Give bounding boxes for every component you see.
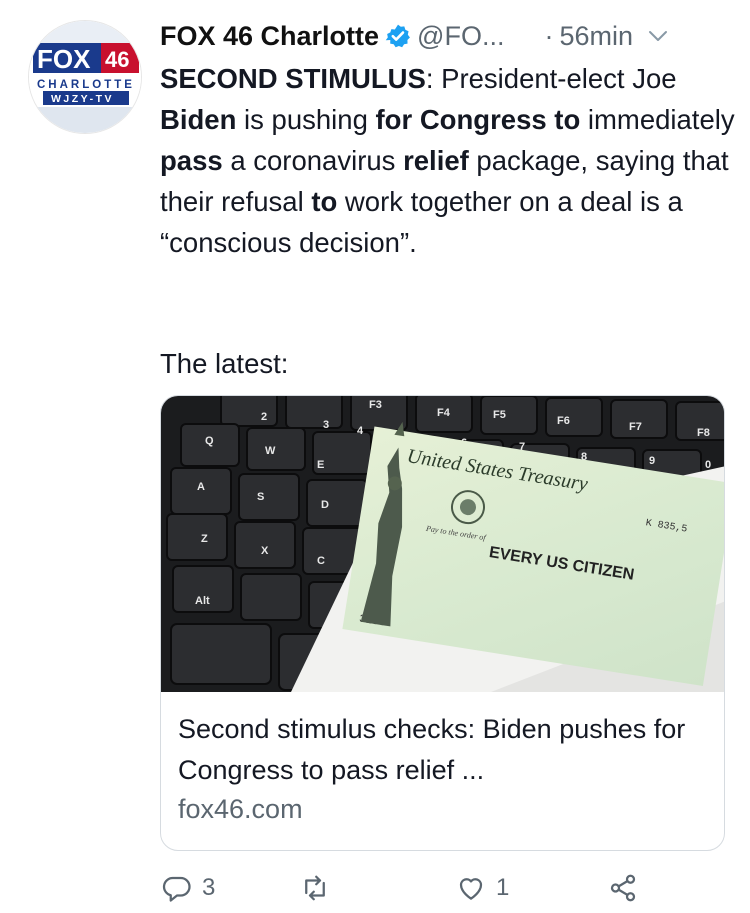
display-name[interactable]: FOX 46 Charlotte bbox=[160, 21, 379, 52]
link-card[interactable]: F3 F4 F5 F6 F7 F8 2 3 4 5 6 7 8 9 0 Q W … bbox=[160, 395, 725, 851]
tweet-text-segment: is pushing bbox=[236, 104, 376, 135]
tweet-text-segment: pass bbox=[160, 145, 223, 176]
key-label: W bbox=[265, 445, 276, 457]
logo-num-text: 46 bbox=[105, 47, 129, 72]
tweet-text-segment: immediately bbox=[580, 104, 735, 135]
key-label: 2 bbox=[261, 411, 267, 423]
share-icon bbox=[610, 874, 636, 902]
tweet-text-segment: for Congress to bbox=[375, 104, 581, 135]
tweet-text-segment: : President-elect Joe bbox=[425, 63, 677, 94]
chevron-down-icon[interactable] bbox=[647, 25, 669, 47]
reply-icon bbox=[162, 876, 191, 902]
tweet-latest-text: The latest: bbox=[160, 348, 289, 379]
key-label: F6 bbox=[557, 415, 570, 427]
tweet-header: FOX 46 Charlotte @FO... · 56min bbox=[160, 16, 730, 56]
key-label: X bbox=[261, 545, 269, 557]
key-label: Z bbox=[201, 533, 208, 545]
tweet-text-segment: Biden bbox=[160, 104, 237, 135]
card-image[interactable]: F3 F4 F5 F6 F7 F8 2 3 4 5 6 7 8 9 0 Q W … bbox=[161, 396, 725, 692]
like-button[interactable]: 1 bbox=[456, 868, 509, 908]
heart-icon bbox=[459, 878, 483, 900]
key-label: 0 bbox=[705, 459, 711, 471]
retweet-button[interactable] bbox=[300, 868, 330, 908]
user-handle[interactable]: @FO... bbox=[417, 21, 504, 52]
fox46-logo: FOX 46 CHARLOTTE WJZY-TV bbox=[29, 21, 141, 133]
key-label: F7 bbox=[629, 421, 642, 433]
key-label: D bbox=[321, 499, 329, 511]
key-label: A bbox=[197, 481, 205, 493]
key-label: S bbox=[257, 491, 264, 503]
logo-main-text: FOX bbox=[37, 44, 91, 74]
reply-count: 3 bbox=[202, 874, 216, 901]
key-label: Q bbox=[205, 435, 214, 447]
key-label: 9 bbox=[649, 455, 655, 467]
card-title[interactable]: Second stimulus checks: Biden pushes for… bbox=[178, 709, 708, 791]
share-button[interactable] bbox=[608, 868, 638, 908]
key-label: Alt bbox=[195, 595, 210, 607]
tweet-text-segment: to bbox=[311, 186, 338, 217]
tweet-actions: 3 1 bbox=[160, 868, 660, 908]
key-label: 4 bbox=[357, 425, 364, 437]
key-label: F4 bbox=[437, 407, 451, 419]
tweet-text-segment: a coronavirus bbox=[222, 145, 404, 176]
key-label: F3 bbox=[369, 399, 382, 411]
logo-call-text: WJZY-TV bbox=[51, 93, 114, 105]
avatar[interactable]: FOX 46 CHARLOTTE WJZY-TV bbox=[28, 20, 142, 134]
logo-city-text: CHARLOTTE bbox=[37, 79, 135, 91]
key-label: 3 bbox=[323, 419, 329, 431]
key-label: F8 bbox=[697, 427, 710, 439]
card-domain[interactable]: fox46.com bbox=[178, 794, 303, 825]
tweet-text-segment: relief bbox=[403, 145, 469, 176]
like-count: 1 bbox=[496, 874, 510, 901]
key-label: E bbox=[317, 459, 324, 471]
timestamp[interactable]: 56min bbox=[559, 21, 633, 52]
reply-button[interactable]: 3 bbox=[162, 868, 215, 908]
key-label: C bbox=[317, 555, 325, 567]
retweet-icon bbox=[305, 875, 325, 901]
verified-icon bbox=[385, 23, 411, 49]
tweet-text: SECOND STIMULUS: President-elect Joe Bid… bbox=[160, 58, 735, 263]
tweet-text-segment: SECOND STIMULUS bbox=[160, 63, 426, 94]
key-label: F5 bbox=[493, 409, 506, 421]
separator-dot: · bbox=[544, 20, 554, 51]
